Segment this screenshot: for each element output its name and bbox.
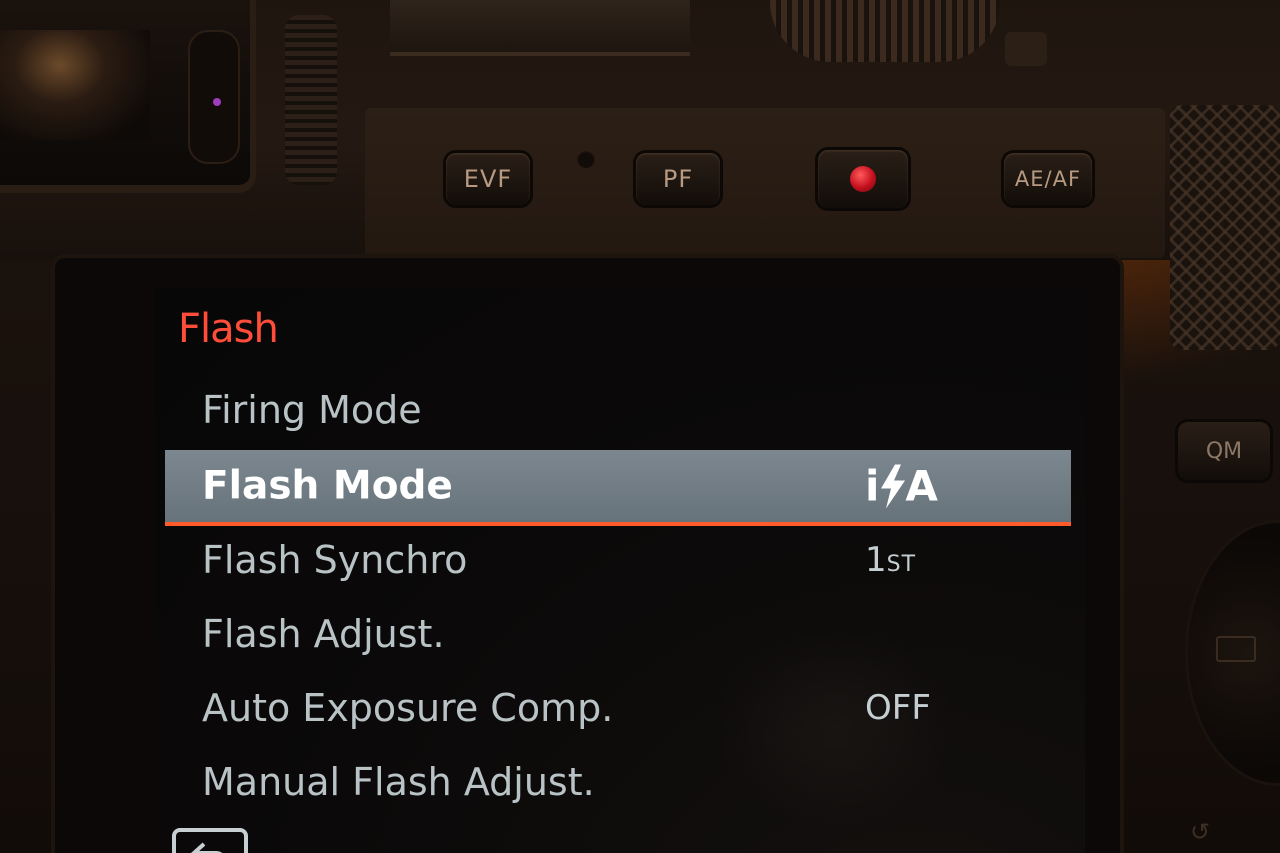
hot-shoe bbox=[390, 0, 690, 56]
eye-sensor-led bbox=[213, 98, 221, 106]
back-arrow-glyph bbox=[191, 842, 223, 853]
menu-item-label: Firing Mode bbox=[202, 388, 422, 432]
flash-mode-value: i A bbox=[865, 462, 938, 511]
qm-button[interactable]: QM bbox=[1178, 422, 1270, 480]
flash-synchro-suffix: ST bbox=[886, 552, 917, 577]
menu-header: Flash bbox=[178, 306, 279, 352]
flash-synchro-number: 1 bbox=[865, 540, 887, 580]
delete-button-mark[interactable]: ↺ bbox=[1190, 818, 1210, 846]
evf-button[interactable]: EVF bbox=[446, 153, 530, 205]
pf-button-label: PF bbox=[662, 165, 694, 193]
dial-marking bbox=[1216, 636, 1256, 662]
status-led bbox=[577, 150, 595, 168]
record-dot-icon bbox=[850, 166, 876, 192]
qm-button-label: QM bbox=[1205, 438, 1243, 464]
flash-mode-suffix: A bbox=[905, 461, 938, 511]
pf-button[interactable]: PF bbox=[636, 153, 720, 205]
menu-item-label: Auto Exposure Comp. bbox=[202, 686, 614, 730]
menu-item-label: Flash Mode bbox=[202, 463, 453, 509]
menu-item-label: Flash Adjust. bbox=[202, 612, 445, 656]
control-dial[interactable] bbox=[770, 0, 1000, 62]
viewfinder-glass bbox=[0, 30, 150, 140]
menu-item-firing-mode[interactable]: Firing Mode bbox=[165, 374, 1071, 446]
menu-item-flash-mode[interactable]: Flash Mode i A bbox=[165, 450, 1071, 522]
ae-af-button[interactable]: AE/AF bbox=[1004, 153, 1092, 205]
menu-item-label: Manual Flash Adjust. bbox=[202, 760, 595, 804]
small-dial-button[interactable] bbox=[1005, 32, 1047, 66]
flash-bolt-icon bbox=[881, 464, 906, 508]
ae-af-button-label: AE/AF bbox=[1014, 167, 1082, 191]
thumb-grip bbox=[1170, 105, 1280, 350]
eye-sensor-window bbox=[188, 30, 240, 164]
menu-item-manual-flash-adjust[interactable]: Manual Flash Adjust. bbox=[165, 746, 1071, 818]
back-arrow-icon[interactable] bbox=[172, 828, 248, 853]
camera-photo: EVF PF AE/AF QM ↺ Flash Firing Mode Flas… bbox=[0, 0, 1280, 853]
auto-exposure-comp-value: OFF bbox=[865, 688, 931, 728]
record-button[interactable] bbox=[818, 150, 908, 208]
lcd-screen: Flash Firing Mode Flash Mode i A Flash S… bbox=[155, 288, 1085, 853]
menu-item-auto-exposure-comp[interactable]: Auto Exposure Comp. OFF bbox=[165, 672, 1071, 744]
diopter-dial[interactable] bbox=[285, 15, 337, 185]
menu-item-flash-adjust[interactable]: Flash Adjust. bbox=[165, 598, 1071, 670]
menu-item-label: Flash Synchro bbox=[202, 538, 468, 582]
flash-synchro-value: 1ST bbox=[865, 540, 916, 580]
evf-button-label: EVF bbox=[463, 165, 513, 193]
menu-item-flash-synchro[interactable]: Flash Synchro 1ST bbox=[165, 524, 1071, 596]
